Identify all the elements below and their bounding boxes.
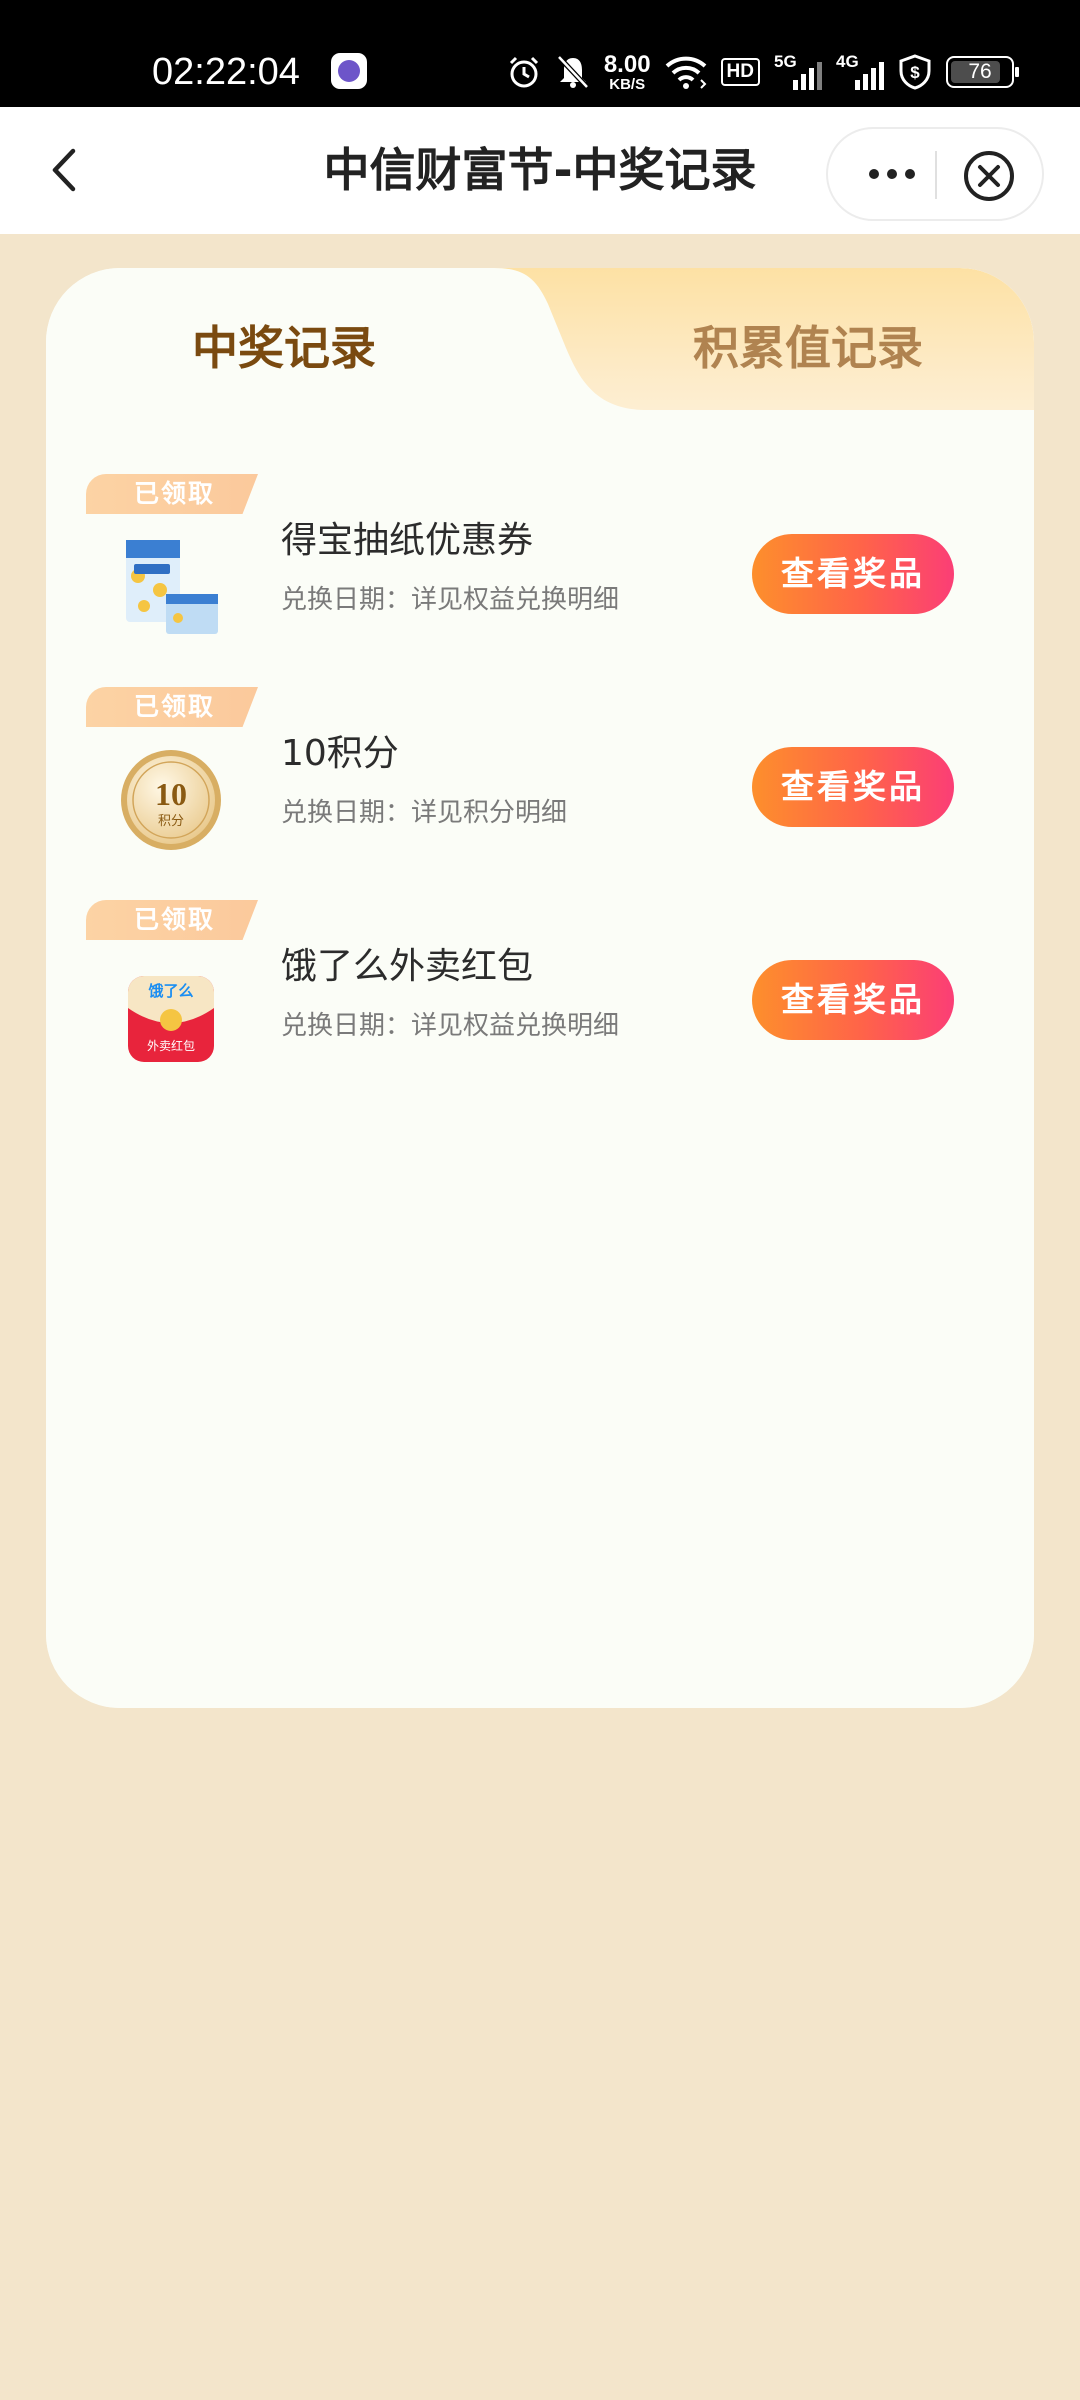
record-title: 得宝抽纸优惠券 xyxy=(281,520,534,561)
view-prize-button[interactable]: 查看奖品 xyxy=(752,534,954,614)
status-time: 02:22:04 xyxy=(152,51,300,93)
record-title: 10积分 xyxy=(281,733,399,774)
back-button[interactable] xyxy=(42,137,86,203)
wifi-icon xyxy=(665,54,707,90)
list-item: 已领取 饿了么 外卖红包 饿了么外卖红包 兑换日期：详见权益兑换明细 查看奖品 xyxy=(46,900,1034,1100)
coin-value: 10 xyxy=(155,776,187,812)
tissue-pack-icon xyxy=(126,540,218,634)
signal-4g-icon: 4G xyxy=(836,52,884,90)
network-speed: 8.00 KB/S xyxy=(603,50,651,93)
record-date: 兑换日期：详见积分明细 xyxy=(281,798,568,828)
eleme-red-packet-icon: 饿了么 外卖红包 xyxy=(128,976,214,1062)
signal-5g-icon: 5G xyxy=(774,52,822,90)
packet-brand: 饿了么 xyxy=(147,982,193,1000)
points-coin-icon: 10 积分 xyxy=(121,750,221,850)
claimed-badge: 已领取 xyxy=(86,900,258,940)
close-button[interactable] xyxy=(962,149,1016,203)
view-prize-button[interactable]: 查看奖品 xyxy=(752,960,954,1040)
list-item: 已领取 10 积分 10积分 兑换日期：详见积分明细 查看奖品 xyxy=(46,687,1034,887)
tab-win-records[interactable]: 中奖记录 xyxy=(46,318,522,378)
nav-bar: 中信财富节-中奖记录 xyxy=(0,107,1080,234)
speed-value: 8.00 xyxy=(603,50,651,78)
alarm-icon xyxy=(506,54,542,90)
packet-label: 外卖红包 xyxy=(147,1038,195,1053)
claimed-badge: 已领取 xyxy=(86,474,258,514)
capsule-divider xyxy=(935,151,937,199)
svg-text:$: $ xyxy=(910,63,920,82)
records-card: 中奖记录 积累值记录 已领取 得宝抽纸优惠券 兑换日期：详见权益兑换明细 查看奖… xyxy=(46,268,1034,1708)
page-title: 中信财富节-中奖记录 xyxy=(323,143,757,197)
battery-icon: 76 xyxy=(946,56,1019,88)
view-prize-button[interactable]: 查看奖品 xyxy=(752,747,954,827)
more-icon xyxy=(869,169,879,179)
record-date: 兑换日期：详见权益兑换明细 xyxy=(281,585,620,615)
status-icons: 8.00 KB/S HD 5G 4G $ 76 xyxy=(506,44,1019,100)
list-item: 已领取 得宝抽纸优惠券 兑换日期：详见权益兑换明细 查看奖品 xyxy=(46,474,1034,674)
coin-unit: 积分 xyxy=(158,814,184,829)
app-icon xyxy=(331,53,367,89)
battery-level: 76 xyxy=(968,60,992,83)
hd-icon: HD xyxy=(720,54,760,90)
record-date: 兑换日期：详见权益兑换明细 xyxy=(281,1011,620,1041)
record-title: 饿了么外卖红包 xyxy=(281,946,534,987)
shield-dollar-icon: $ xyxy=(898,54,932,90)
back-icon xyxy=(52,148,76,192)
hd-label: HD xyxy=(720,58,760,86)
claimed-badge: 已领取 xyxy=(86,687,258,727)
more-button[interactable] xyxy=(852,141,932,207)
mini-program-capsule xyxy=(826,127,1044,221)
mute-icon xyxy=(556,54,590,90)
speed-unit: KB/S xyxy=(609,75,646,93)
status-bar: 02:22:04 8.00 KB/S HD 5G 4G $ 76 xyxy=(0,0,1080,107)
tab-accumulated-records[interactable]: 积累值记录 xyxy=(582,318,1034,378)
